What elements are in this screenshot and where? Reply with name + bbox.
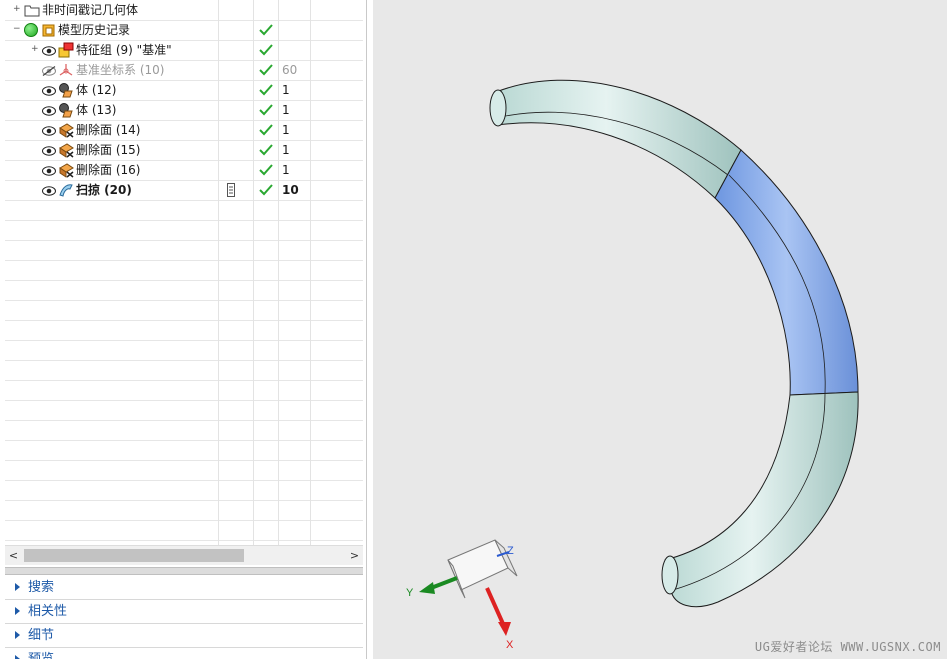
feature-group-icon — [58, 42, 74, 58]
selected-face[interactable] — [714, 149, 859, 396]
section-details[interactable]: 细节 — [5, 624, 363, 648]
expand-triangle-icon — [15, 607, 20, 615]
section-title: 相关性 — [28, 604, 68, 619]
graphics-window[interactable]: Z Y X UG爱好者论坛 WWW.UGSNX.COM — [373, 0, 947, 659]
visibility-eye-icon[interactable] — [42, 145, 56, 156]
y-axis-label: Y — [406, 587, 414, 599]
tree-node-label: 扫掠 (20) — [76, 183, 132, 197]
column-separator — [218, 0, 219, 545]
part-navigator: + 非时间戳记几何体 − 模型历史记录 + 特征组 (9) "基准" 基准坐标系 (10) 6… — [0, 0, 367, 659]
scroll-right-button[interactable]: > — [346, 546, 363, 565]
visibility-eye-icon[interactable] — [42, 85, 56, 96]
status-ok-icon — [24, 23, 38, 37]
tree-node-label: 删除面 (14) — [76, 123, 141, 137]
x-axis-label: X — [506, 639, 514, 651]
scrollbar-thumb[interactable] — [24, 549, 244, 562]
tree-node-label: 体 (12) — [76, 83, 117, 97]
delete-face-icon — [58, 162, 74, 178]
tree-node-label: 删除面 (15) — [76, 143, 141, 157]
layer-value: 1 — [282, 123, 290, 137]
layer-value: 1 — [282, 143, 290, 157]
expand-triangle-icon — [15, 655, 20, 659]
tree-node-label: 体 (13) — [76, 103, 117, 117]
section-search[interactable]: 搜索 — [5, 576, 363, 600]
expand-triangle-icon — [15, 631, 20, 639]
tree-node-label: 删除面 (16) — [76, 163, 141, 177]
tree-node-label: 特征组 (9) "基准" — [76, 43, 172, 57]
up-to-date-check-icon — [258, 42, 274, 58]
up-to-date-check-icon — [258, 182, 274, 198]
expand-triangle-icon — [15, 583, 20, 591]
tree-node-label: 模型历史记录 — [58, 23, 131, 37]
section-title: 细节 — [28, 628, 55, 643]
folder-icon — [24, 2, 40, 18]
column-separator — [310, 0, 311, 545]
x-axis-arrow — [485, 587, 506, 627]
swept-body-lower[interactable] — [661, 391, 859, 608]
y-axis-arrow — [430, 576, 458, 590]
model-history-icon — [40, 22, 56, 38]
column-separator — [278, 0, 279, 545]
up-to-date-check-icon — [258, 22, 274, 38]
visibility-eye-icon[interactable] — [42, 185, 56, 196]
view-triad — [419, 539, 518, 636]
layer-value: 10 — [282, 183, 299, 197]
watermark: UG爱好者论坛 WWW.UGSNX.COM — [754, 640, 941, 654]
delete-face-icon — [58, 122, 74, 138]
hidden-eye-icon[interactable] — [42, 65, 56, 76]
layer-value: 1 — [282, 103, 290, 117]
update-status-icon — [227, 183, 235, 197]
up-to-date-check-icon — [258, 82, 274, 98]
up-to-date-check-icon — [258, 162, 274, 178]
body-icon — [58, 102, 74, 118]
up-to-date-check-icon — [258, 62, 274, 78]
z-axis-label: Z — [507, 545, 514, 557]
layer-value: 1 — [282, 163, 290, 177]
visibility-eye-icon[interactable] — [42, 125, 56, 136]
feature-tree: + 非时间戳记几何体 − 模型历史记录 + 特征组 (9) "基准" 基准坐标系 (10) 6… — [5, 0, 363, 545]
swept-body[interactable] — [489, 79, 742, 199]
section-title: 预览 — [28, 648, 54, 659]
collapse-node-icon[interactable]: − — [13, 25, 21, 34]
delete-face-icon — [58, 142, 74, 158]
horizontal-scrollbar[interactable]: < > — [5, 545, 363, 565]
body-icon — [58, 82, 74, 98]
layer-value: 60 — [282, 63, 298, 77]
up-to-date-check-icon — [258, 142, 274, 158]
swept-icon — [58, 182, 74, 198]
visibility-eye-icon[interactable] — [42, 45, 56, 56]
scroll-left-button[interactable]: < — [5, 546, 22, 565]
model-canvas[interactable] — [373, 0, 947, 659]
layer-value: 1 — [282, 83, 290, 97]
column-separator — [253, 0, 254, 545]
section-title: 搜索 — [28, 580, 55, 595]
up-to-date-check-icon — [258, 102, 274, 118]
expand-node-icon[interactable]: + — [31, 45, 39, 54]
datum-csys-icon — [58, 62, 74, 78]
up-to-date-check-icon — [258, 122, 274, 138]
visibility-eye-icon[interactable] — [42, 105, 56, 116]
section-dependencies[interactable]: 相关性 — [5, 600, 363, 624]
expand-node-icon[interactable]: + — [13, 5, 21, 14]
panel-splitter[interactable] — [5, 567, 363, 575]
tree-node-label: 非时间戳记几何体 — [42, 3, 139, 17]
section-preview[interactable]: 预览 — [5, 648, 363, 659]
tree-node-label: 基准坐标系 (10) — [76, 63, 165, 77]
visibility-eye-icon[interactable] — [42, 165, 56, 176]
